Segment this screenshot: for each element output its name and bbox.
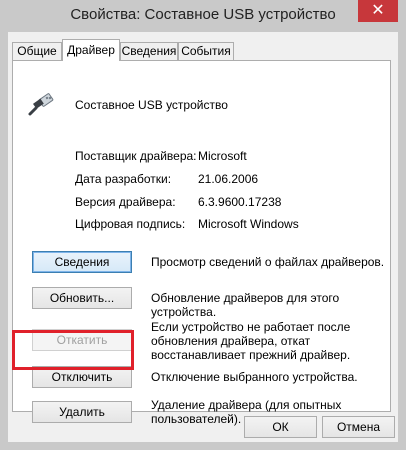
dialog-client-area: Общие Драйвер Сведения События Составное… xyxy=(8,32,398,442)
date-value: 21.06.2006 xyxy=(198,172,259,186)
signature-label: Цифровая подпись: xyxy=(75,217,186,231)
uninstall-driver-button[interactable]: Удалить xyxy=(32,401,132,423)
usb-plug-icon xyxy=(28,93,54,116)
version-label: Версия драйвера: xyxy=(75,195,176,209)
roll-back-description: Если устройство не работает после обновл… xyxy=(151,320,351,362)
provider-value: Microsoft xyxy=(198,149,247,163)
provider-label: Поставщик драйвера: xyxy=(75,149,197,163)
disable-device-button[interactable]: Отключить xyxy=(32,366,132,388)
driver-details-button[interactable]: Сведения xyxy=(32,251,132,273)
update-driver-description: Обновление драйверов для этого устройств… xyxy=(151,291,340,319)
tab-events[interactable]: События xyxy=(178,42,234,60)
version-value: 6.3.9600.17238 xyxy=(198,195,282,209)
update-driver-button[interactable]: Обновить... xyxy=(32,287,132,309)
tab-driver[interactable]: Драйвер xyxy=(62,39,120,61)
roll-back-button[interactable]: Откатить xyxy=(32,329,132,351)
cancel-button[interactable]: Отмена xyxy=(322,416,395,438)
date-label: Дата разработки: xyxy=(75,172,172,186)
signature-value: Microsoft Windows xyxy=(198,217,299,231)
ok-button[interactable]: ОК xyxy=(244,416,317,438)
title-bar[interactable]: Свойства: Составное USB устройство ✕ xyxy=(0,0,406,32)
tab-general[interactable]: Общие xyxy=(12,42,62,60)
disable-device-description: Отключение выбранного устройства. xyxy=(151,370,358,384)
device-name: Составное USB устройство xyxy=(75,98,228,112)
window-title: Свойства: Составное USB устройство xyxy=(70,6,336,23)
close-button[interactable]: ✕ xyxy=(358,0,398,22)
properties-dialog: Свойства: Составное USB устройство ✕ Общ… xyxy=(0,0,406,450)
driver-details-description: Просмотр сведений о файлах драйверов. xyxy=(151,255,385,269)
driver-tab-panel: Составное USB устройство Поставщик драйв… xyxy=(12,60,391,426)
close-icon: ✕ xyxy=(371,2,385,19)
tab-details[interactable]: Сведения xyxy=(120,42,178,60)
